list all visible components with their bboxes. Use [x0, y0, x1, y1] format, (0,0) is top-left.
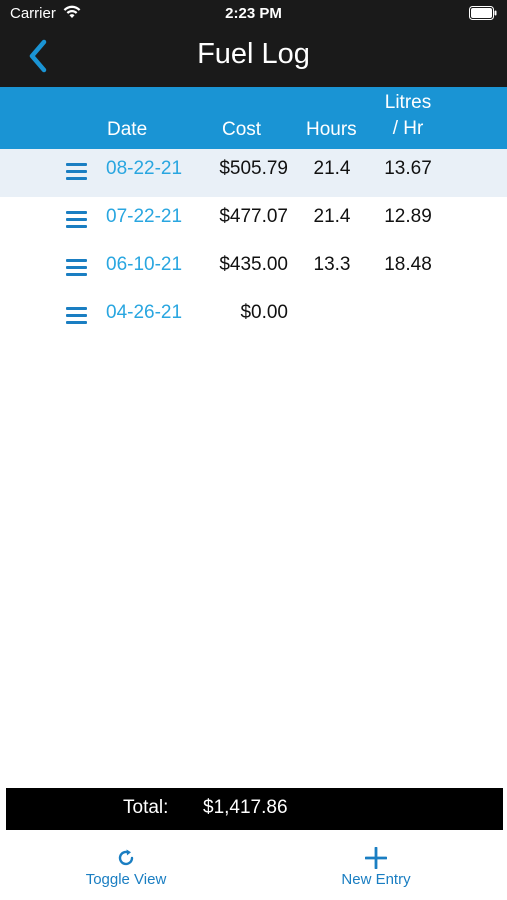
table-header: Date Cost Hours Litres / Hr	[0, 87, 507, 149]
column-header-litres-line2: / Hr	[392, 118, 424, 139]
row-cost: $0.00	[240, 302, 288, 323]
menu-icon[interactable]	[66, 259, 87, 277]
refresh-icon	[118, 849, 134, 866]
menu-icon[interactable]	[66, 163, 87, 181]
row-hours: 13.3	[313, 254, 351, 275]
row-date[interactable]: 07-22-21	[106, 197, 182, 237]
row-date[interactable]: 04-26-21	[106, 293, 182, 333]
column-header-cost: Cost	[222, 119, 262, 140]
total-bar: Total: $1,417.86	[6, 788, 503, 830]
column-header-hours: Hours	[306, 119, 357, 140]
row-litres-per-hour: 12.89	[384, 206, 432, 227]
plus-icon	[365, 847, 387, 869]
total-label: Total:	[123, 797, 169, 818]
row-date[interactable]: 06-10-21	[106, 245, 182, 285]
new-entry-button[interactable]: New Entry	[296, 843, 456, 895]
status-time: 2:23 PM	[225, 5, 282, 22]
table-row[interactable]: 07-22-21 $477.07 21.4 12.89	[0, 197, 507, 245]
column-header-litres-line1: Litres	[384, 92, 432, 113]
toggle-view-button[interactable]: Toggle View	[46, 843, 206, 895]
row-hours: 21.4	[313, 158, 351, 179]
total-value: $1,417.86	[203, 797, 288, 818]
toggle-view-label: Toggle View	[85, 871, 167, 888]
menu-icon[interactable]	[66, 211, 87, 229]
table-row[interactable]: 04-26-21 $0.00	[0, 293, 507, 341]
page-title: Fuel Log	[197, 38, 310, 70]
table-row[interactable]: 06-10-21 $435.00 13.3 18.48	[0, 245, 507, 293]
column-header-litres-per-hour: Litres / Hr	[372, 90, 444, 142]
row-litres-per-hour: 13.67	[384, 158, 432, 179]
row-litres-per-hour: 18.48	[384, 254, 432, 275]
row-cost: $505.79	[219, 158, 288, 179]
row-cost: $435.00	[219, 254, 288, 275]
row-date[interactable]: 08-22-21	[106, 149, 182, 189]
column-header-date: Date	[107, 119, 148, 140]
row-cost: $477.07	[219, 206, 288, 227]
battery-icon	[469, 6, 497, 20]
menu-icon[interactable]	[66, 307, 87, 325]
navigation-bar: Carrier 2:23 PM Fuel Log	[0, 0, 507, 87]
table-row[interactable]: 08-22-21 $505.79 21.4 13.67	[0, 149, 507, 197]
row-hours: 21.4	[313, 206, 351, 227]
new-entry-label: New Entry	[341, 871, 411, 888]
